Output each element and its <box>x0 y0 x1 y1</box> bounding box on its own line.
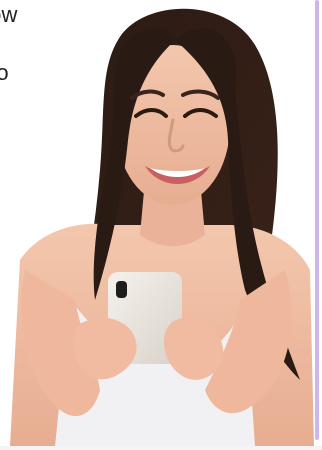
phone-camera <box>116 281 127 298</box>
bottom-strip <box>0 446 322 450</box>
hero-photo <box>10 8 314 446</box>
promo-line-1: low <box>0 2 18 27</box>
promo-text: low n qo <box>0 0 18 87</box>
right-accent-border <box>315 0 319 440</box>
promo-line-3: qo <box>0 60 9 85</box>
promo-line-2: n <box>0 29 18 58</box>
page-frame: low n qo <box>0 0 322 450</box>
